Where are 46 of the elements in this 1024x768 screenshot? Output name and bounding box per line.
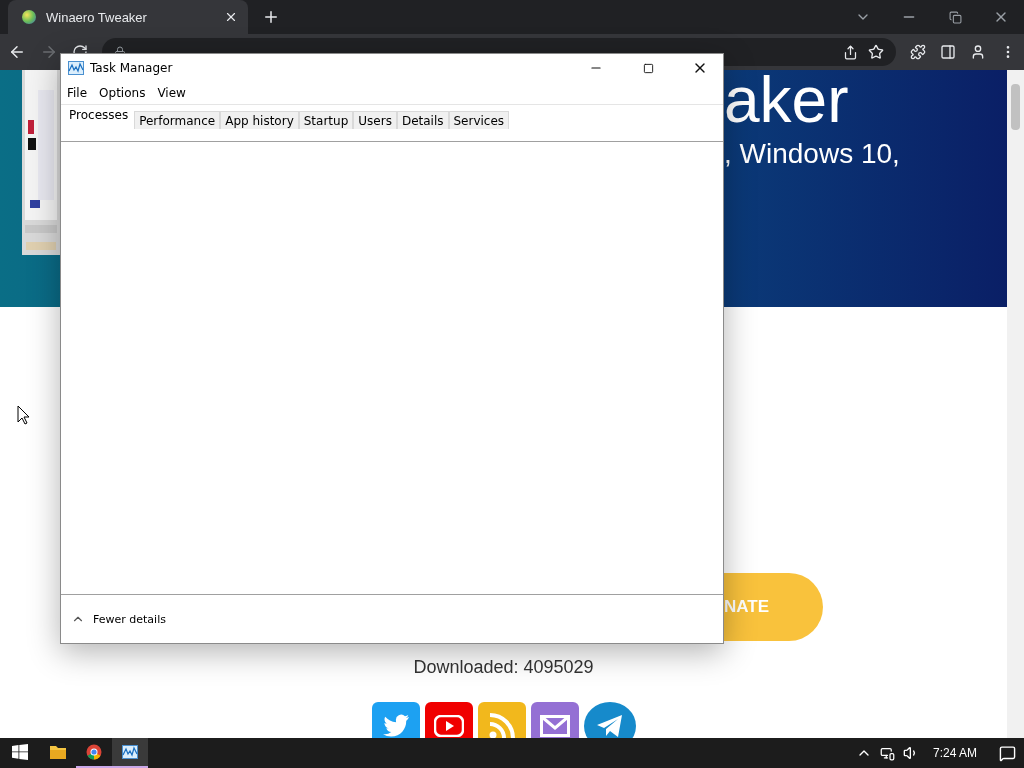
menu-item[interactable]: File xyxy=(63,86,92,100)
close-icon[interactable] xyxy=(224,10,238,24)
menu-item[interactable]: Options xyxy=(95,86,150,100)
windows-icon xyxy=(12,744,28,760)
share-icon[interactable] xyxy=(843,44,858,60)
plus-icon[interactable] xyxy=(262,8,280,26)
hero-subheading: , Windows 10, xyxy=(724,138,901,170)
back-icon[interactable] xyxy=(8,43,26,61)
taskbar-app[interactable] xyxy=(112,738,148,768)
tab[interactable]: Users xyxy=(353,111,397,129)
rss-icon xyxy=(488,713,515,738)
chart-icon xyxy=(122,745,138,759)
tab[interactable]: Services xyxy=(448,111,510,129)
envelope-icon xyxy=(539,715,570,737)
tab-title: Winaero Tweaker xyxy=(46,9,148,25)
bird-icon xyxy=(381,714,410,738)
browser-tab[interactable]: Winaero Tweaker xyxy=(8,0,248,34)
window-title: Task Manager xyxy=(90,61,173,75)
tab[interactable]: Performance xyxy=(134,111,221,129)
clock[interactable]: 7:24 AM xyxy=(932,746,977,760)
paper-plane-icon xyxy=(595,714,624,738)
tab[interactable]: Startup xyxy=(298,111,354,129)
play-icon xyxy=(433,715,464,737)
side-panel-icon[interactable] xyxy=(940,44,956,60)
site-icon xyxy=(22,10,36,24)
fewer-details-link[interactable]: Fewer details xyxy=(93,612,166,626)
menu-item[interactable]: View xyxy=(153,86,190,100)
notification-icon[interactable] xyxy=(999,744,1016,762)
profile-icon[interactable] xyxy=(970,44,986,60)
network-icon[interactable] xyxy=(879,745,895,761)
folder-icon xyxy=(49,744,67,760)
chart-icon xyxy=(68,61,84,75)
social-link[interactable] xyxy=(371,702,420,738)
download-count: Downloaded: 4095029 xyxy=(412,657,595,678)
hero-heading: aker xyxy=(724,70,850,130)
scrollbar[interactable] xyxy=(1007,70,1024,738)
chrome-icon xyxy=(86,744,102,760)
social-link[interactable] xyxy=(424,702,473,738)
star-icon[interactable] xyxy=(868,44,884,60)
puzzle-icon[interactable] xyxy=(910,44,926,60)
social-link[interactable] xyxy=(530,702,579,738)
tab[interactable]: App history xyxy=(220,111,299,129)
scroll-thumb[interactable] xyxy=(1011,84,1020,130)
social-link[interactable] xyxy=(583,702,636,738)
cursor-icon xyxy=(17,405,30,425)
tab[interactable]: Details xyxy=(396,111,449,129)
